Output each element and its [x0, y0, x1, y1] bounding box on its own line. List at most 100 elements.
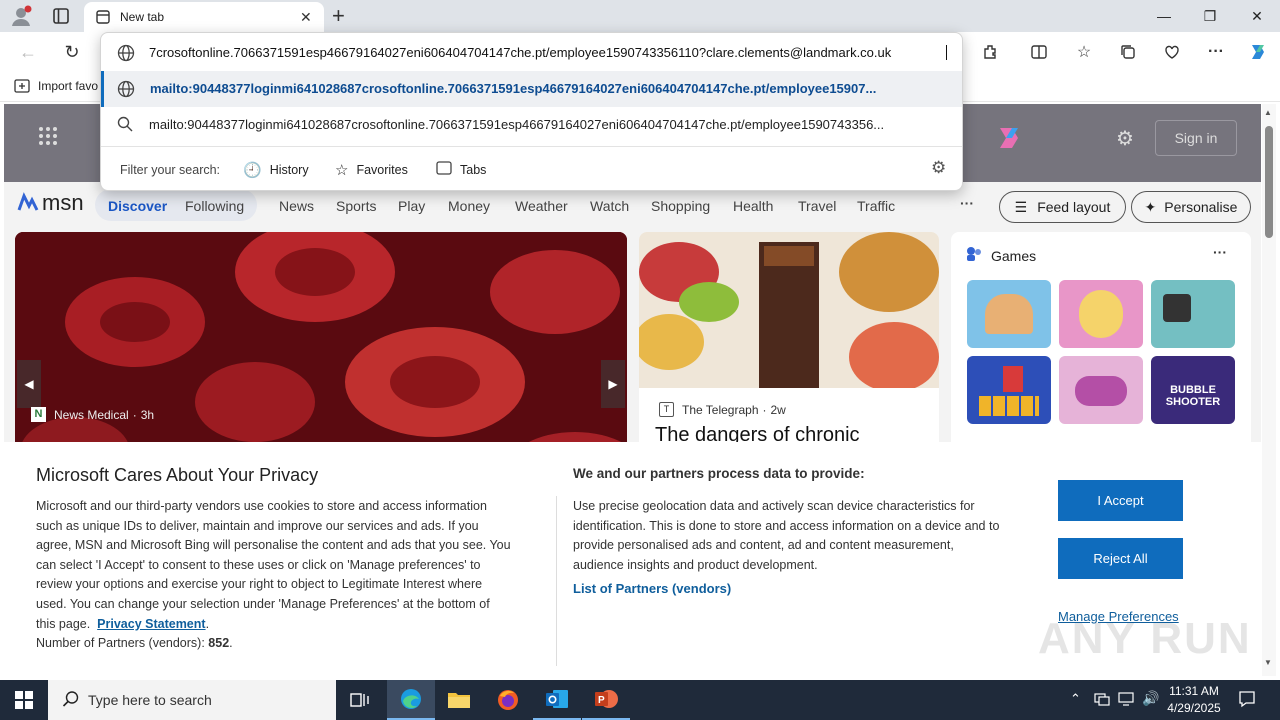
game-tile-1[interactable]	[967, 280, 1051, 348]
notifications-icon[interactable]	[1238, 690, 1256, 713]
copilot-search-icon[interactable]	[992, 122, 1024, 159]
outlook-icon[interactable]	[533, 680, 581, 720]
taskbar-search-box[interactable]: Type here to search	[48, 680, 336, 720]
personalise-label: Personalise	[1164, 199, 1238, 215]
nav-sports[interactable]: Sports	[336, 198, 376, 214]
tab-new-tab[interactable]: New tab ✕	[84, 2, 324, 32]
nav-following[interactable]: Following	[185, 198, 244, 214]
scroll-down-arrow[interactable]: ▼	[1264, 658, 1272, 667]
profile-icon[interactable]	[10, 5, 32, 27]
edge-taskbar-icon[interactable]	[387, 680, 435, 720]
extensions-icon[interactable]	[977, 40, 1005, 64]
game-tile-5[interactable]	[1059, 356, 1143, 424]
list-of-partners-link[interactable]: List of Partners (vendors)	[573, 581, 731, 596]
suggestion-url-row[interactable]: mailto:90448377loginmi641028687crosofton…	[101, 71, 962, 107]
firefox-icon[interactable]	[484, 680, 532, 720]
globe-icon	[117, 44, 135, 67]
games-icon	[965, 246, 983, 267]
personalise-icon: ✦	[1144, 198, 1157, 215]
game-tile-bubble-shooter[interactable]: BUBBLE SHOOTER	[1151, 356, 1235, 424]
privacy-line: this page.	[36, 616, 91, 631]
address-bar-dropdown: 7crosoftonline.7066371591esp46679164027e…	[100, 32, 963, 191]
feed-layout-icon: ☰	[1014, 198, 1028, 215]
new-tab-page-icon	[96, 10, 110, 29]
nav-shopping[interactable]: Shopping	[651, 198, 710, 214]
hero-prev-button[interactable]: ◀	[17, 360, 41, 408]
nav-money[interactable]: Money	[448, 198, 490, 214]
copilot-icon[interactable]	[1244, 40, 1272, 64]
hero-next-button[interactable]: ▶	[601, 360, 625, 408]
filter-history[interactable]: 🕘 History	[243, 161, 309, 179]
mid-dot: ·	[762, 402, 767, 417]
nav-health[interactable]: Health	[733, 198, 773, 214]
sign-in-button[interactable]: Sign in	[1155, 120, 1237, 156]
filter-favorites[interactable]: ☆ Favorites	[335, 161, 408, 179]
close-tab-icon[interactable]: ✕	[300, 9, 312, 26]
back-icon[interactable]: ←	[14, 40, 42, 64]
personalise-button[interactable]: ✦ Personalise	[1131, 191, 1251, 223]
partners-process-body: Use precise geolocation data and activel…	[573, 497, 1043, 575]
scroll-up-arrow[interactable]: ▲	[1264, 108, 1272, 117]
task-view-icon[interactable]	[336, 680, 384, 720]
powerpoint-icon[interactable]: P	[582, 680, 630, 720]
nav-traffic[interactable]: Traffic	[857, 198, 895, 214]
reject-all-button[interactable]: Reject All	[1058, 538, 1183, 579]
address-input[interactable]: 7crosoftonline.7066371591esp46679164027e…	[149, 45, 947, 60]
browser-essentials-icon[interactable]	[1158, 40, 1186, 64]
feed-layout-button[interactable]: ☰ Feed layout	[999, 191, 1126, 223]
game-tile-4-art	[979, 396, 1039, 416]
refresh-icon[interactable]: ↻	[58, 40, 86, 64]
privacy-line: can select 'I Accept' to consent to thes…	[36, 557, 481, 572]
nav-weather[interactable]: Weather	[515, 198, 568, 214]
new-tab-button[interactable]: +	[332, 3, 345, 29]
feed-layout-label: Feed layout	[1037, 199, 1111, 215]
import-favorites-icon	[14, 79, 30, 96]
nav-news[interactable]: News	[279, 198, 314, 214]
game-tile-2[interactable]	[1059, 280, 1143, 348]
game-tile-5-art	[1075, 376, 1127, 406]
hero-source: N News Medical · 3h	[31, 407, 154, 422]
bubble-shooter-title: BUBBLE SHOOTER	[1165, 384, 1221, 408]
msn-logo-text: msn	[42, 190, 84, 215]
game-tile-4[interactable]	[967, 356, 1051, 424]
settings-icon[interactable]: ⚙	[1116, 126, 1134, 151]
nav-travel[interactable]: Travel	[798, 198, 836, 214]
close-window-button[interactable]: ✕	[1234, 0, 1280, 32]
tab-actions-icon[interactable]	[52, 7, 70, 25]
mid-card-age: 2w	[770, 402, 786, 417]
nav-watch[interactable]: Watch	[590, 198, 629, 214]
scrollbar-thumb[interactable]	[1265, 126, 1273, 238]
minimize-button[interactable]: —	[1141, 0, 1187, 32]
nav-play[interactable]: Play	[398, 198, 425, 214]
file-explorer-icon[interactable]	[435, 680, 483, 720]
msn-logo[interactable]: msn	[16, 190, 84, 216]
accept-button[interactable]: I Accept	[1058, 480, 1183, 521]
game-tile-3[interactable]	[1151, 280, 1235, 348]
clock-date: 4/29/2025	[1167, 701, 1221, 715]
privacy-statement-link[interactable]: Privacy Statement	[97, 617, 205, 631]
network-icon-2[interactable]	[1118, 691, 1134, 712]
start-button[interactable]	[0, 680, 48, 720]
split-screen-icon[interactable]	[1025, 40, 1053, 64]
clock[interactable]: 11:31 AM 4/29/2025	[1166, 683, 1222, 717]
collections-icon[interactable]	[1114, 40, 1142, 64]
import-favorites-link[interactable]: Import favo	[38, 79, 98, 93]
games-more-icon[interactable]: ···	[1213, 244, 1227, 260]
app-launcher-icon[interactable]	[38, 126, 58, 151]
nav-more-icon[interactable]: ···	[960, 195, 974, 211]
volume-icon[interactable]: 🔊	[1142, 690, 1159, 707]
filter-tabs[interactable]: Tabs	[436, 161, 486, 178]
suggestion-search-row[interactable]: mailto:90448377loginmi641028687crosofton…	[101, 107, 962, 143]
search-settings-icon[interactable]: ⚙	[931, 158, 946, 178]
network-icon[interactable]	[1094, 691, 1110, 712]
suggestion-url-text: mailto:90448377loginmi641028687crosofton…	[150, 81, 877, 96]
partners-count-row: Number of Partners (vendors): 852.	[36, 636, 233, 651]
favorites-icon[interactable]: ☆	[1070, 40, 1098, 64]
privacy-divider	[556, 496, 557, 666]
privacy-line: review your options and exercise your ri…	[36, 577, 483, 592]
nav-discover[interactable]: Discover	[108, 198, 167, 214]
more-menu-icon[interactable]: ···	[1202, 40, 1230, 64]
show-hidden-icons[interactable]: ⌃	[1070, 691, 1081, 707]
news-medical-logo-icon: N	[31, 407, 46, 422]
maximize-button[interactable]: ❐	[1187, 0, 1233, 32]
